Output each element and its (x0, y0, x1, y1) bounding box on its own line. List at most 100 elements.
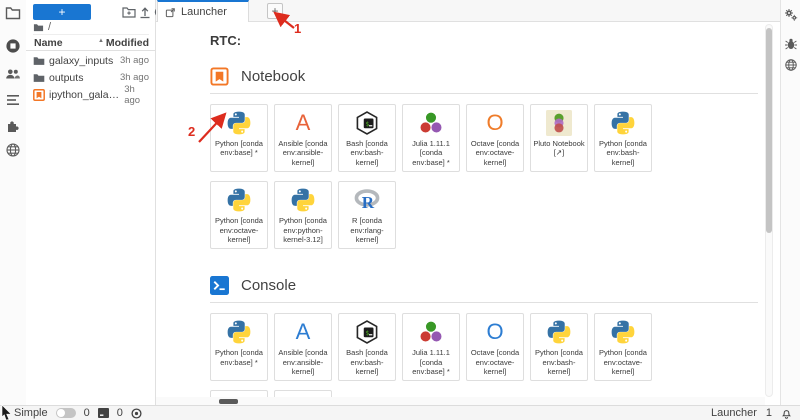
launcher-card-label: Bash [conda env:bash-kernel] (341, 348, 393, 376)
file-modified: 3h ago (120, 55, 149, 66)
upload-icon[interactable] (138, 5, 152, 19)
launcher-card-label: Python [conda env:python-kernel-3.12] (277, 216, 329, 244)
launcher-card-notebook-ansible-conda-env-ansible-kernel[interactable]: A Ansible [conda env:ansible-kernel] (274, 104, 332, 172)
table-of-contents-icon[interactable] (5, 92, 21, 108)
bash-kernel-icon: $ (354, 110, 380, 136)
ansible-orange-kernel-icon: A (290, 110, 316, 136)
globe-kernel-icon[interactable] (784, 58, 798, 72)
launcher-card-label: Python [conda env:octave-kernel] (597, 348, 649, 376)
launcher-card-label: Octave [conda env:octave-kernel] (469, 139, 521, 167)
horizontal-scrollbar-thumb[interactable] (219, 399, 238, 404)
launcher-card-notebook-julia-1-11-1-conda-env-base[interactable]: Julia 1.11.1 [conda env:base] * (402, 104, 460, 172)
globe-kernel-icon[interactable] (5, 142, 21, 158)
launcher-card-notebook-octave-conda-env-octave-kernel[interactable]: O Octave [conda env:octave-kernel] (466, 104, 524, 172)
file-browser-panel: + / Name ▲ Modified galaxy_inputs3h agoo… (26, 0, 156, 405)
collaboration-users-icon[interactable] (5, 66, 21, 82)
vertical-scrollbar-thumb[interactable] (766, 28, 772, 233)
kernels-count: 0 (117, 407, 123, 419)
jupyterlab-window: + / Name ▲ Modified galaxy_inputs3h agoo… (0, 0, 800, 420)
launcher-card-console-python-conda-env-octave-kernel[interactable]: Python [conda env:octave-kernel] (594, 313, 652, 381)
launcher-card-console-octave-conda-env-octave-kernel[interactable]: O Octave [conda env:octave-kernel] (466, 313, 524, 381)
notebook-section-icon (210, 67, 229, 86)
folder-icon (33, 55, 49, 67)
launcher-card-label: Pluto Notebook [↗] (533, 139, 585, 158)
sort-ascending-icon: ▲ (98, 38, 104, 44)
console-section-icon (210, 276, 229, 295)
debugger-bug-icon[interactable] (784, 37, 798, 51)
launcher-card-notebook-r-conda-env-rlang-kernel[interactable]: RR [conda env:rlang-kernel] (338, 181, 396, 249)
launcher-card-console-python-conda-env-python-kernel-3-12[interactable]: Python [conda env:python-kernel-3.12] (210, 390, 268, 397)
annotation-arrow-2 (192, 104, 236, 148)
new-folder-icon[interactable] (122, 5, 136, 19)
launcher-card-label: Ansible [conda env:ansible-kernel] (277, 348, 329, 376)
launcher-card-notebook-bash-conda-env-bash-kernel[interactable]: $ Bash [conda env:bash-kernel] (338, 104, 396, 172)
file-list-header: Name ▲ Modified (26, 37, 155, 51)
python-kernel-icon (546, 319, 572, 345)
rtc-label: RTC: (210, 33, 758, 48)
launcher-card-label: Bash [conda env:bash-kernel] (341, 139, 393, 167)
annotation-label-1: 1 (294, 21, 301, 36)
simple-mode-label: Simple (14, 407, 48, 419)
launcher-card-notebook-python-conda-env-python-kernel-3-12[interactable]: Python [conda env:python-kernel-3.12] (274, 181, 332, 249)
file-browser-icon[interactable] (5, 5, 21, 21)
section-divider (210, 93, 758, 94)
launcher-card-label: Octave [conda env:octave-kernel] (469, 348, 521, 376)
file-row-galaxy-inputs[interactable]: galaxy_inputs3h ago (26, 52, 155, 69)
notebook-icon (33, 89, 49, 101)
section-divider (210, 302, 758, 303)
annotation-label-2: 2 (188, 124, 195, 139)
status-context-label[interactable]: Launcher (711, 407, 757, 419)
section-notebook: Notebook Python [conda env:base] *AAnsib… (210, 66, 758, 249)
new-launcher-button[interactable]: + (33, 4, 91, 20)
launcher-card-label: Ansible [conda env:ansible-kernel] (277, 139, 329, 167)
terminal-icon (98, 408, 109, 419)
file-modified: 3h ago (120, 72, 149, 83)
mouse-cursor (0, 403, 14, 420)
launcher-card-console-bash-conda-env-bash-kernel[interactable]: $ Bash [conda env:bash-kernel] (338, 313, 396, 381)
launcher-card-console-python-conda-env-base[interactable]: Python [conda env:base] * (210, 313, 268, 381)
running-sessions-icon[interactable] (5, 38, 21, 54)
simple-mode-toggle[interactable] (56, 408, 76, 418)
property-inspector-gears-icon[interactable] (784, 8, 798, 22)
file-name: galaxy_inputs (49, 55, 117, 67)
file-modified: 3h ago (124, 84, 149, 106)
folder-icon (33, 72, 49, 84)
column-header-name[interactable]: Name (34, 37, 63, 49)
left-activity-bar (0, 0, 26, 405)
launcher-card-label: Python [conda env:bash-kernel] (533, 348, 585, 376)
horizontal-scrollbar-track[interactable] (156, 397, 765, 405)
pluto-kernel-icon (546, 110, 572, 136)
launcher-card-console-python-conda-env-bash-kernel[interactable]: Python [conda env:bash-kernel] (530, 313, 588, 381)
launcher-card-notebook-pluto-notebook[interactable]: Pluto Notebook [↗] (530, 104, 588, 172)
status-bar: Simple 0 0 Launcher 1 (0, 405, 800, 420)
launcher-card-notebook-python-conda-env-bash-kernel[interactable]: Python [conda env:bash-kernel] (594, 104, 652, 172)
launcher-card-console-r-conda-env-rlang-kernel[interactable]: RR [conda env:rlang-kernel] (274, 390, 332, 397)
column-header-modified[interactable]: Modified (106, 37, 149, 49)
python-kernel-icon (290, 187, 316, 213)
breadcrumb[interactable]: / (33, 22, 149, 35)
launcher-card-label: Python [conda env:base] * (213, 348, 265, 367)
bell-icon[interactable] (781, 408, 792, 419)
launcher-card-console-julia-1-11-1-conda-env-base[interactable]: Julia 1.11.1 [conda env:base] * (402, 313, 460, 381)
extension-manager-puzzle-icon[interactable] (5, 118, 21, 134)
python-kernel-icon (226, 187, 252, 213)
section-label-console: Console (241, 277, 296, 294)
julia-kernel-icon (418, 110, 444, 136)
file-name: outputs (49, 72, 117, 84)
julia-kernel-icon (418, 319, 444, 345)
svg-text:$: $ (365, 329, 369, 337)
root-folder-icon (33, 22, 44, 33)
python-kernel-icon (610, 110, 636, 136)
launcher-card-notebook-python-conda-env-octave-kernel[interactable]: Python [conda env:octave-kernel] (210, 181, 268, 249)
breadcrumb-root: / (48, 21, 51, 33)
terminals-count: 0 (84, 407, 90, 419)
tab-launcher[interactable]: Launcher (157, 0, 249, 22)
file-row-ipython-galaxy[interactable]: ipython_galaxy_...3h ago (26, 86, 155, 103)
octave-blue-kernel-icon: O (482, 319, 508, 345)
bash-kernel-icon: $ (354, 319, 380, 345)
launcher-card-console-ansible-conda-env-ansible-kernel[interactable]: AAnsible [conda env:ansible-kernel] (274, 313, 332, 381)
octave-orange-kernel-icon: O (482, 110, 508, 136)
file-name: ipython_galaxy_... (49, 89, 121, 101)
launcher-card-label: R [conda env:rlang-kernel] (341, 216, 393, 244)
launcher-card-label: Julia 1.11.1 [conda env:base] * (405, 348, 457, 376)
